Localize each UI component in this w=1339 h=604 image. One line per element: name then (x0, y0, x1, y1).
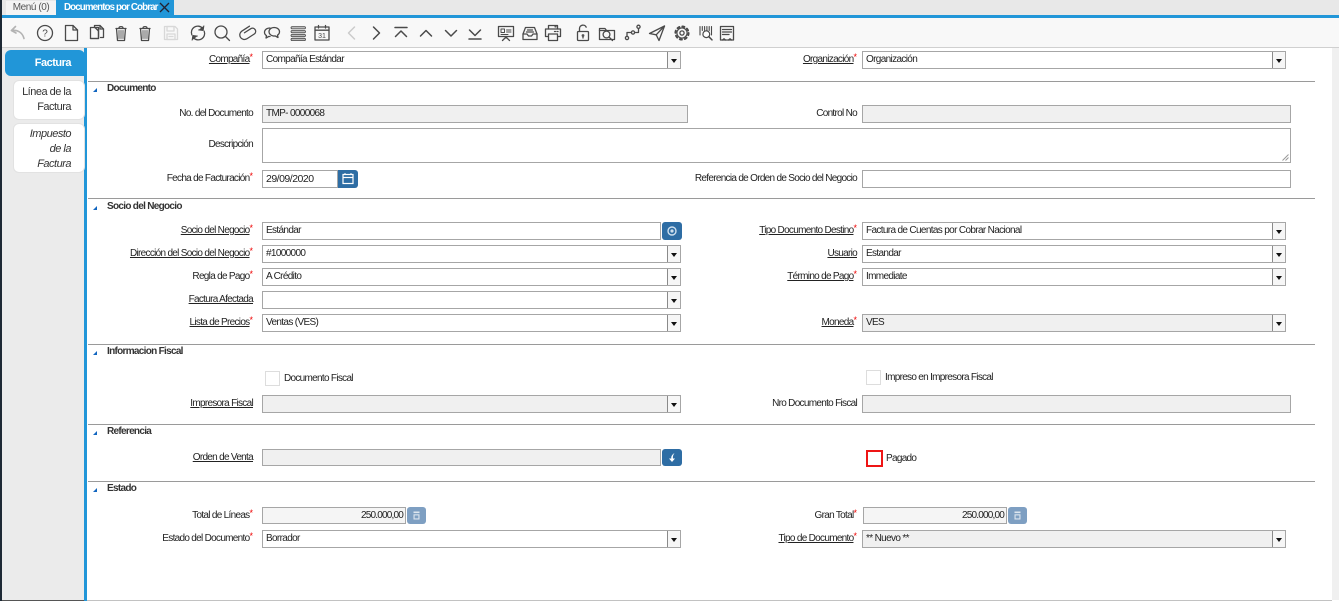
svg-text:31: 31 (318, 33, 326, 40)
svg-text:?: ? (42, 28, 48, 39)
